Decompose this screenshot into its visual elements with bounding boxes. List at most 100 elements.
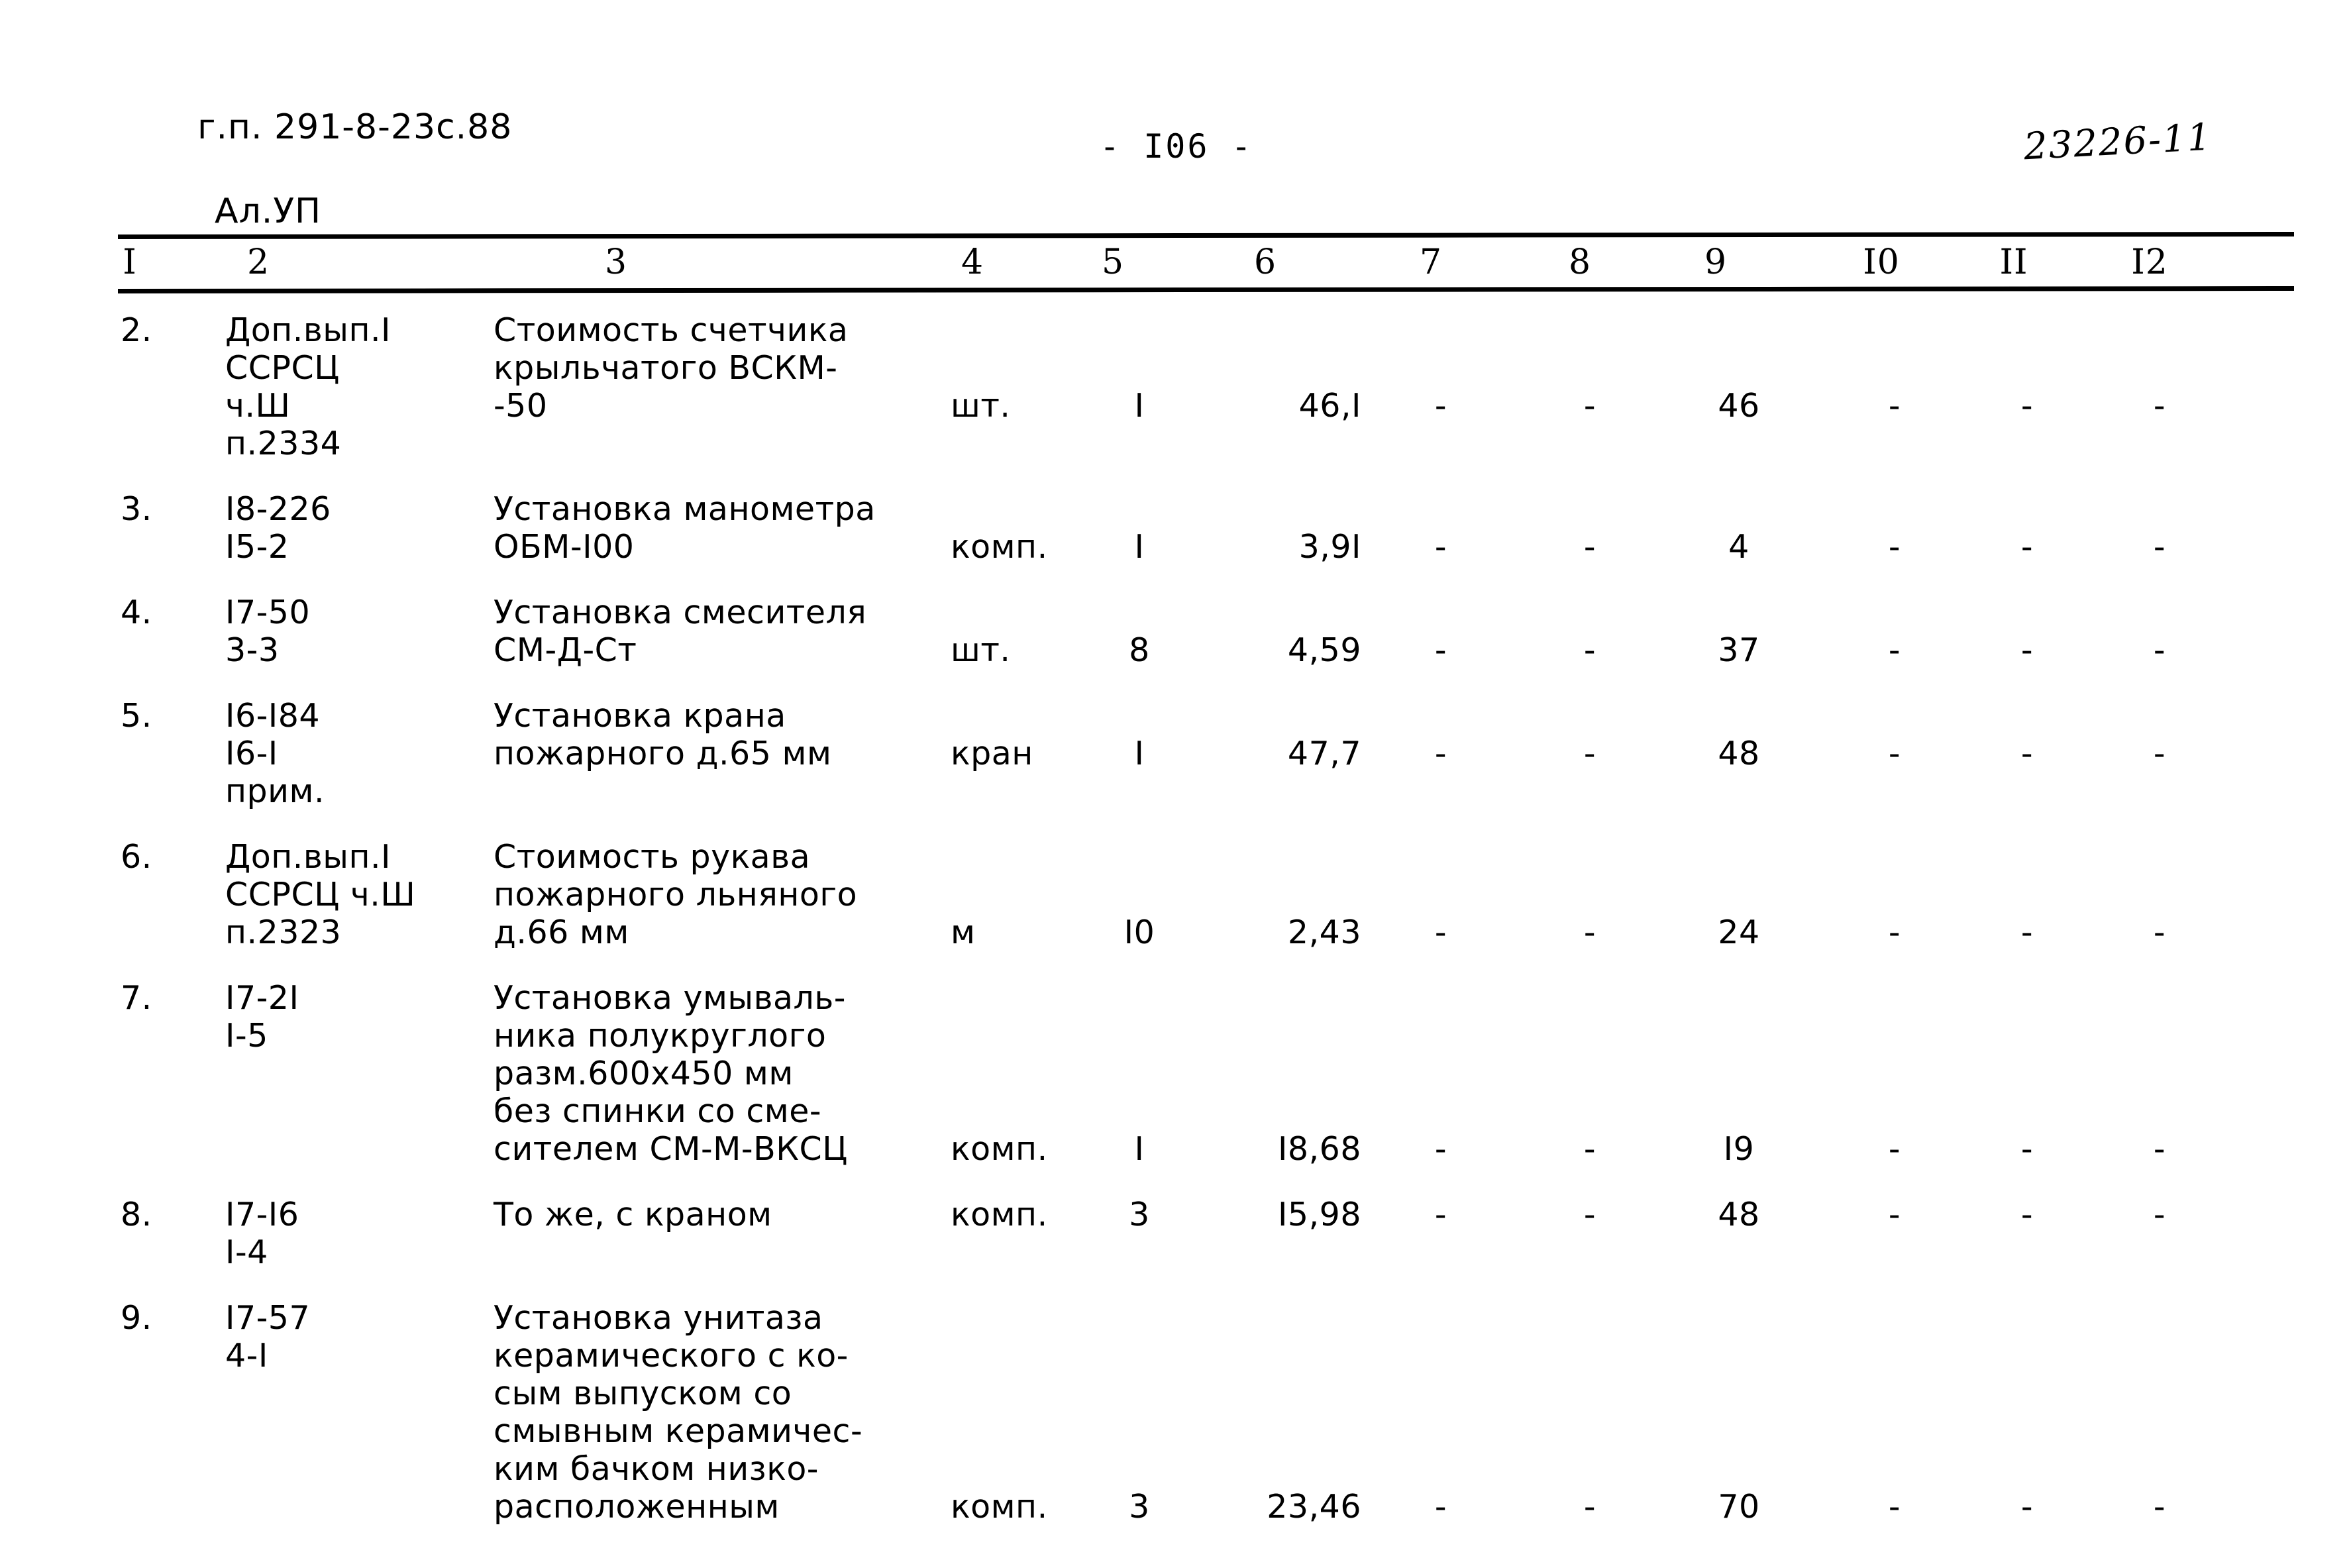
row-code: I8-226 I5-2 (225, 490, 503, 566)
row-description-line: без спинки со сме- (494, 1092, 822, 1130)
row-description-line: Установка крана (494, 697, 786, 735)
row-code: Доп.вып.I ССРСЦ ч.Ш п.2323 (225, 838, 503, 951)
column-number-1: I (123, 242, 137, 282)
table-row: 2. Доп.вып.I ССРСЦ ч.Ш п.2334 Стоимость счетч… (0, 311, 2349, 462)
row-number: 2. (121, 311, 152, 349)
row-value-col8: - (1583, 387, 1596, 425)
row-description: То же, с краном (494, 1196, 931, 1233)
row-unit: кран (951, 735, 1033, 772)
row-quantity: I0 (1123, 914, 1155, 951)
row-number: 7. (121, 979, 152, 1017)
row-unit: шт. (951, 631, 1011, 669)
row-value-col7: - (1434, 914, 1447, 951)
row-code: Доп.вып.I ССРСЦ ч.Ш п.2334 (225, 311, 503, 462)
row-value-col7: - (1434, 387, 1447, 425)
row-value-col9: 24 (1718, 914, 1760, 951)
row-description-line: -50 (494, 387, 548, 425)
table-body: 2. Доп.вып.I ССРСЦ ч.Ш п.2334 Стоимость счетч… (0, 311, 2349, 1553)
row-value-col8: - (1583, 528, 1596, 566)
table-row: 6. Доп.вып.I ССРСЦ ч.Ш п.2323 Стоимость рука… (0, 838, 2349, 951)
row-value-col8: - (1583, 735, 1596, 772)
row-value-col10: - (1888, 1196, 1901, 1233)
row-description-line: пожарного д.65 мм (494, 735, 832, 772)
row-description-line: д.66 мм (494, 914, 629, 951)
row-description: Установка крана пожарного д.65 мм (494, 697, 931, 772)
column-number-row: I 2 3 4 5 6 7 8 9 I0 II I2 (118, 242, 2294, 285)
row-number: 4. (121, 594, 152, 631)
row-value-col6: 2,43 (1287, 914, 1361, 951)
row-value-col10: - (1888, 914, 1901, 951)
row-description-line: Стоимость счетчика (494, 311, 849, 349)
row-value-col11: - (2020, 631, 2034, 669)
row-description-line: ким бачком низко- (494, 1450, 819, 1488)
row-description-line: Установка унитаза (494, 1299, 823, 1337)
table-row: 4. I7-50 3-3 Установка смесителя СМ-Д-Ст шт. 8… (0, 594, 2349, 669)
row-value-col9: 46 (1718, 387, 1760, 425)
row-description-line: смывным керамичес- (494, 1412, 863, 1450)
column-number-11: II (1999, 242, 2028, 282)
row-unit: комп. (951, 1196, 1048, 1233)
row-number: 6. (121, 838, 152, 876)
row-code-line: ССРСЦ (225, 349, 340, 387)
row-quantity: I (1134, 528, 1145, 566)
row-value-col6: I8,68 (1277, 1130, 1361, 1168)
row-number: 3. (121, 490, 152, 528)
row-value-col7: - (1434, 631, 1447, 669)
row-unit: комп. (951, 528, 1048, 566)
row-description-line: расположенным (494, 1488, 780, 1526)
row-value-col9: 48 (1718, 735, 1760, 772)
row-description: Стоимость рукава пожарного льняного д.66 м… (494, 838, 931, 951)
row-value-col7: - (1434, 735, 1447, 772)
row-value-col8: - (1583, 914, 1596, 951)
column-number-7: 7 (1419, 242, 1443, 282)
column-number-12: I2 (2131, 242, 2168, 282)
row-description: Установка умываль-ника полукруглого разм.… (494, 979, 931, 1168)
table-row: 7. I7-2I I-5 Установка умываль-ника полукру… (0, 979, 2349, 1168)
row-code: I7-50 3-3 (225, 594, 503, 669)
row-code-line: I5-2 (225, 528, 289, 566)
row-value-col12: - (2153, 528, 2166, 566)
row-code-line: I8-226 (225, 490, 331, 528)
row-value-col10: - (1888, 1130, 1901, 1168)
row-value-col11: - (2020, 1196, 2034, 1233)
row-number: 9. (121, 1299, 152, 1337)
row-description-line: Стоимость рукава (494, 838, 811, 876)
row-code-line: 4-I (225, 1337, 268, 1375)
row-value-col12: - (2153, 1130, 2166, 1168)
row-code-line: I7-I6 (225, 1196, 299, 1233)
column-number-5: 5 (1101, 242, 1125, 282)
row-quantity: I (1134, 1130, 1145, 1168)
row-description: Установка унитаза керамического с ко-сым … (494, 1299, 931, 1526)
row-value-col12: - (2153, 914, 2166, 951)
row-description: Стоимость счетчика крыльчатого ВСКМ- -50 (494, 311, 931, 425)
row-quantity: 3 (1129, 1196, 1150, 1233)
row-value-col12: - (2153, 631, 2166, 669)
row-code-line: 3-3 (225, 631, 280, 669)
row-value-col12: - (2153, 735, 2166, 772)
row-value-col7: - (1434, 1196, 1447, 1233)
column-number-6: 6 (1253, 242, 1277, 282)
row-code: I7-I6 I-4 (225, 1196, 503, 1271)
row-value-col8: - (1583, 1488, 1596, 1526)
row-code-line: Доп.вып.I (225, 838, 392, 876)
document-code-line-1: г.п. 291-8-23с.88 (197, 107, 513, 148)
row-description-line: сителем СМ-М-ВКСЦ (494, 1130, 848, 1168)
row-value-col11: - (2020, 735, 2034, 772)
row-value-col7: - (1434, 1488, 1447, 1526)
row-description-line: разм.600х450 мм (494, 1055, 794, 1092)
row-code-line: п.2334 (225, 425, 342, 462)
row-code-line: п.2323 (225, 914, 342, 951)
row-code: I7-2I I-5 (225, 979, 503, 1055)
row-unit: шт. (951, 387, 1011, 425)
row-quantity: I (1134, 735, 1145, 772)
row-description-line: крыльчатого ВСКМ- (494, 349, 838, 387)
row-value-col11: - (2020, 528, 2034, 566)
column-number-4: 4 (961, 242, 984, 282)
row-description-line: Установка смесителя (494, 594, 867, 631)
row-code-line: Доп.вып.I (225, 311, 392, 349)
row-code-line: I7-50 (225, 594, 311, 631)
row-value-col9: 70 (1718, 1488, 1760, 1526)
row-value-col9: I9 (1723, 1130, 1755, 1168)
page-number: - I06 - (1100, 127, 1253, 166)
row-value-col6: 4,59 (1287, 631, 1361, 669)
